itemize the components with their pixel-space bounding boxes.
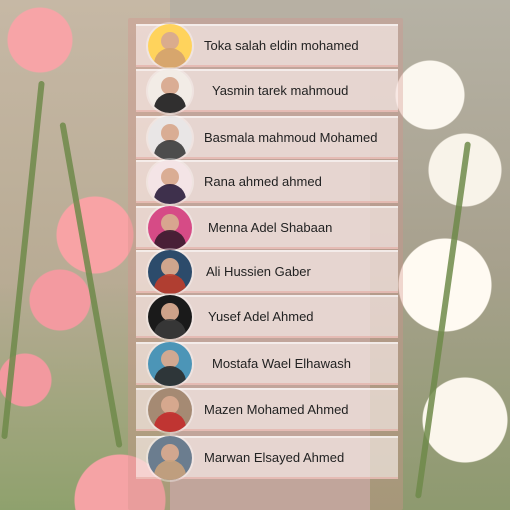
screen: Toka salah eldin mohamed Yasmin tarek ma… — [0, 0, 510, 510]
avatar[interactable] — [148, 249, 192, 294]
avatar-body-shape — [154, 229, 186, 250]
contact-row[interactable]: Basmala mahmoud Mohamed — [136, 115, 398, 160]
avatar-body-shape — [154, 365, 186, 386]
contact-name: Menna Adel Shabaan — [208, 220, 333, 235]
contact-name: Basmala mahmoud Mohamed — [204, 130, 378, 145]
avatar-body-shape — [154, 459, 186, 480]
contact-row[interactable]: Rana ahmed ahmed — [136, 159, 398, 204]
avatar[interactable] — [148, 435, 192, 480]
avatar-body-shape — [154, 273, 186, 294]
avatar-body-shape — [154, 183, 186, 204]
avatar[interactable] — [148, 341, 192, 386]
contact-name: Rana ahmed ahmed — [204, 174, 322, 189]
avatar-body-shape — [154, 47, 186, 68]
contact-name: Toka salah eldin mohamed — [204, 38, 359, 53]
avatar-body-shape — [154, 92, 186, 113]
avatar-body-shape — [154, 318, 186, 339]
contact-name: Yasmin tarek mahmoud — [212, 83, 349, 98]
avatar[interactable] — [148, 68, 192, 113]
contact-name: Yusef Adel Ahmed — [208, 309, 314, 324]
contact-row[interactable]: Toka salah eldin mohamed — [136, 23, 398, 68]
contact-row[interactable]: Mostafa Wael Elhawash — [136, 341, 398, 386]
avatar[interactable] — [148, 387, 192, 432]
contact-name: Marwan Elsayed Ahmed — [204, 450, 345, 465]
contact-row[interactable]: Menna Adel Shabaan — [136, 205, 398, 250]
contact-row[interactable]: Yasmin tarek mahmoud — [136, 68, 398, 113]
contact-row[interactable]: Ali Hussien Gaber — [136, 249, 398, 294]
contact-row[interactable]: Marwan Elsayed Ahmed — [136, 435, 398, 480]
contact-name: Ali Hussien Gaber — [206, 264, 311, 279]
contacts-list: Toka salah eldin mohamed Yasmin tarek ma… — [136, 23, 398, 502]
contact-row[interactable]: Mazen Mohamed Ahmed — [136, 387, 398, 432]
avatar[interactable] — [148, 159, 192, 204]
avatar-body-shape — [154, 411, 186, 432]
avatar[interactable] — [148, 115, 192, 160]
avatar[interactable] — [148, 23, 192, 68]
contact-name: Mostafa Wael Elhawash — [212, 356, 351, 371]
avatar[interactable] — [148, 294, 192, 339]
contact-name: Mazen Mohamed Ahmed — [204, 402, 349, 417]
contact-row[interactable]: Yusef Adel Ahmed — [136, 294, 398, 339]
avatar-body-shape — [154, 139, 186, 160]
avatar[interactable] — [148, 205, 192, 250]
